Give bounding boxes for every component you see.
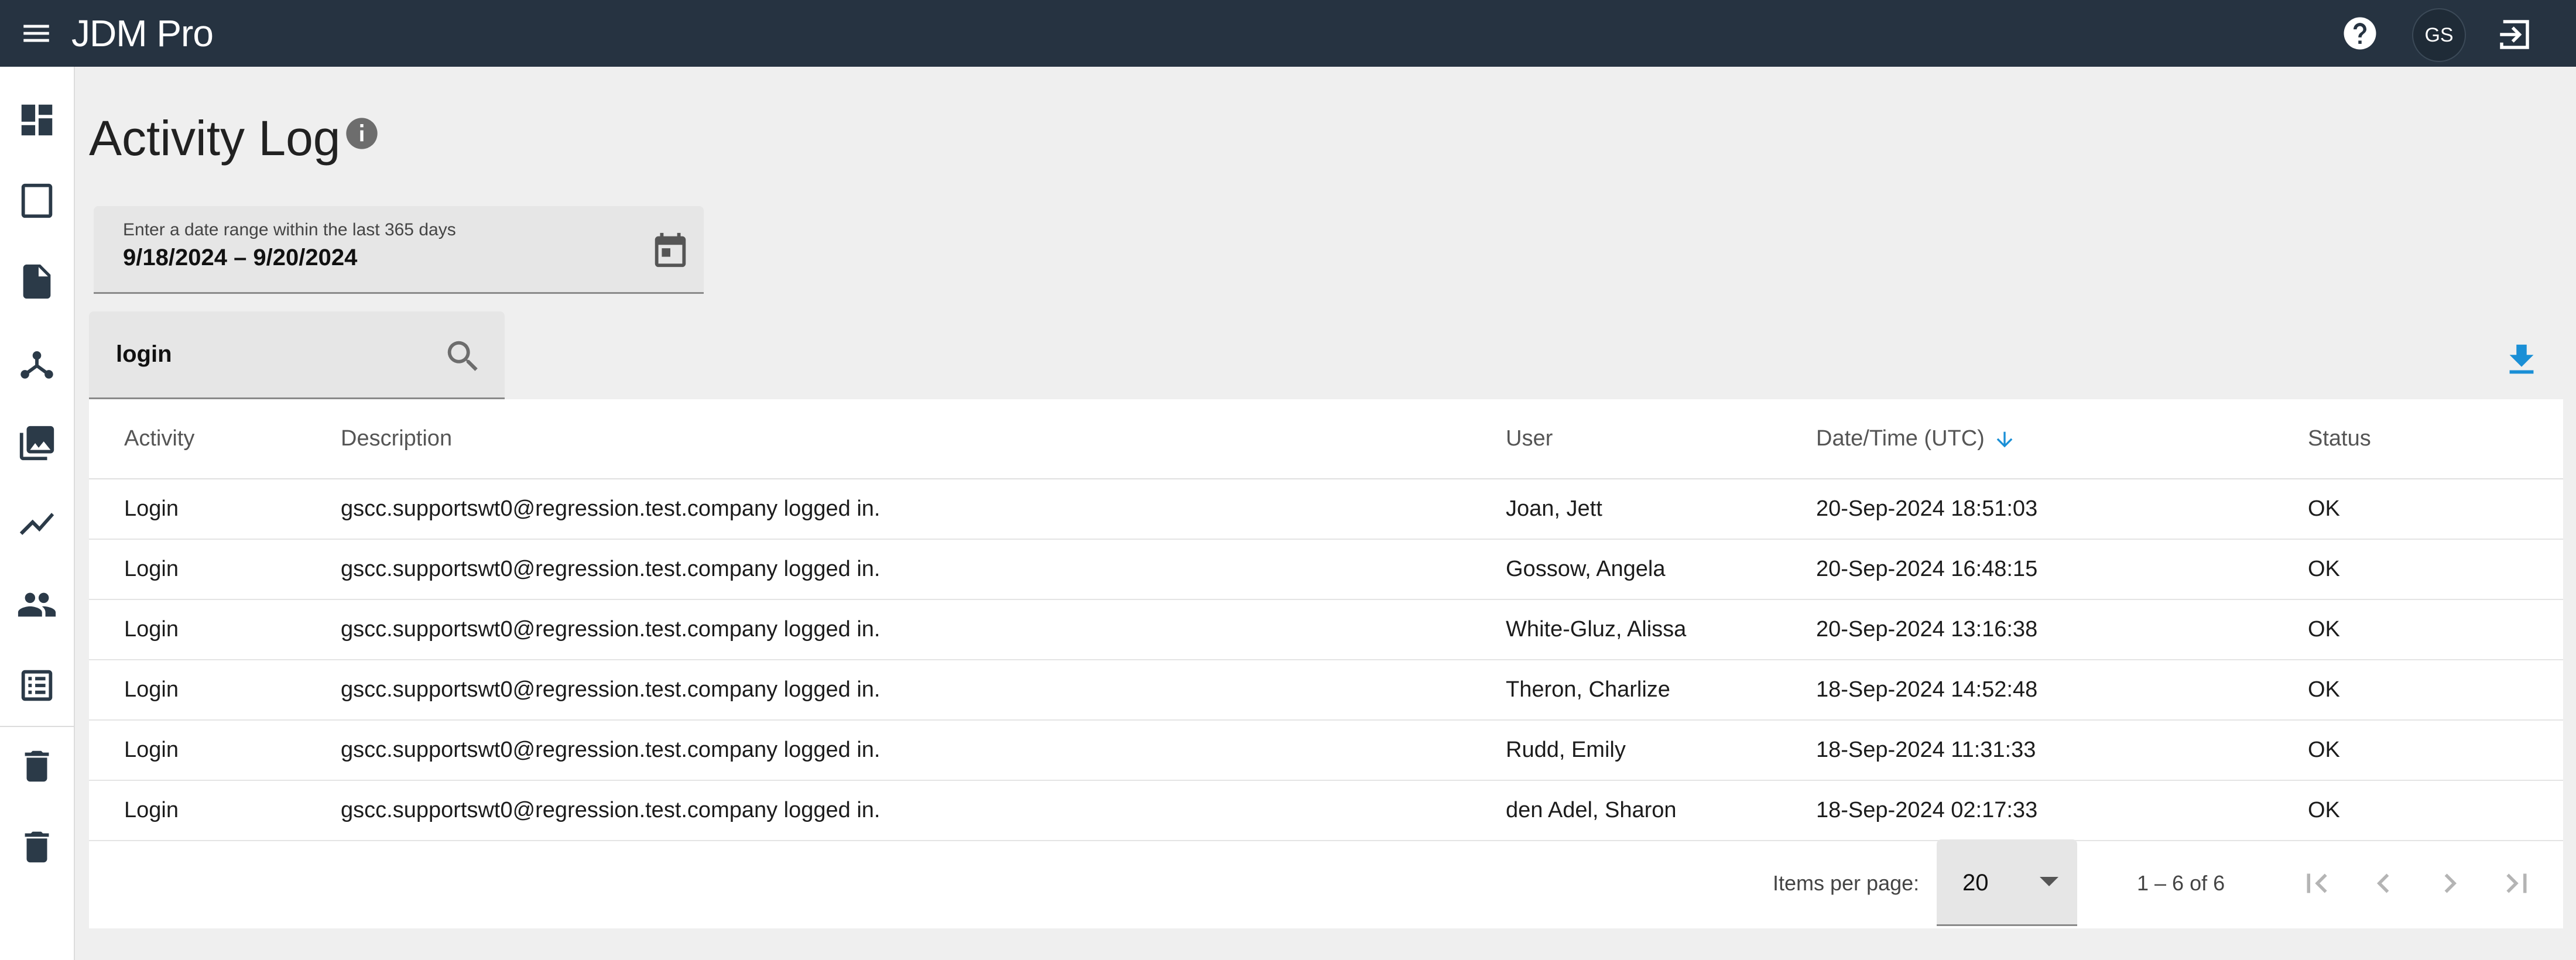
cell-user: Joan, Jett bbox=[1506, 479, 1816, 540]
sort-descending-icon bbox=[1996, 431, 2013, 448]
side-nav bbox=[0, 67, 75, 960]
table-row[interactable]: Login gscc.supportswt0@regression.test.co… bbox=[89, 780, 2563, 841]
search-icon[interactable] bbox=[443, 336, 484, 377]
logout-icon[interactable] bbox=[2495, 15, 2534, 54]
cell-status: OK bbox=[2308, 660, 2563, 721]
app-title: JDM Pro bbox=[71, 12, 214, 54]
cell-status: OK bbox=[2308, 479, 2563, 540]
column-header-activity[interactable]: Activity bbox=[89, 399, 341, 479]
cell-description: gscc.supportswt0@regression.test.company… bbox=[341, 599, 1506, 660]
date-range-field[interactable]: Enter a date range within the last 365 d… bbox=[94, 206, 704, 294]
cell-description: gscc.supportswt0@regression.test.company… bbox=[341, 780, 1506, 841]
cell-description: gscc.supportswt0@regression.test.company… bbox=[341, 720, 1506, 781]
cell-description: gscc.supportswt0@regression.test.company… bbox=[341, 539, 1506, 600]
dashboard-icon[interactable] bbox=[16, 100, 57, 140]
page-range-label: 1 – 6 of 6 bbox=[2137, 871, 2225, 895]
hub-icon[interactable] bbox=[16, 342, 57, 383]
column-header-datetime[interactable]: Date/Time (UTC) bbox=[1816, 399, 2308, 479]
menu-icon[interactable] bbox=[18, 16, 55, 50]
user-avatar[interactable]: GS bbox=[2412, 8, 2466, 62]
list-icon[interactable] bbox=[16, 665, 57, 706]
date-range-value[interactable]: 9/18/2024 – 9/20/2024 bbox=[123, 245, 357, 271]
download-icon[interactable] bbox=[2501, 340, 2542, 380]
cell-user: Rudd, Emily bbox=[1506, 720, 1816, 781]
cell-status: OK bbox=[2308, 599, 2563, 660]
paginator: Items per page: 20 1 – 6 of 6 bbox=[89, 839, 2563, 928]
page-title: Activity Log bbox=[89, 111, 341, 166]
people-icon[interactable] bbox=[16, 584, 57, 625]
cell-user: Gossow, Angela bbox=[1506, 539, 1816, 600]
delete-icon[interactable] bbox=[16, 746, 57, 787]
cell-user: den Adel, Sharon bbox=[1506, 780, 1816, 841]
cell-status: OK bbox=[2308, 780, 2563, 841]
search-input[interactable] bbox=[116, 335, 420, 373]
activity-table-card: Activity Description User Date/Time (UTC… bbox=[89, 399, 2563, 928]
cell-status: OK bbox=[2308, 720, 2563, 781]
cell-user: Theron, Charlize bbox=[1506, 660, 1816, 721]
delete-icon[interactable] bbox=[16, 827, 57, 868]
cell-description: gscc.supportswt0@regression.test.company… bbox=[341, 479, 1506, 540]
cell-activity: Login bbox=[89, 599, 341, 660]
cell-activity: Login bbox=[89, 539, 341, 600]
next-page-icon[interactable] bbox=[2431, 864, 2469, 903]
table-row[interactable]: Login gscc.supportswt0@regression.test.co… bbox=[89, 479, 2563, 540]
cell-datetime: 18-Sep-2024 02:17:33 bbox=[1816, 780, 2308, 841]
cell-activity: Login bbox=[89, 660, 341, 721]
column-header-description[interactable]: Description bbox=[341, 399, 1506, 479]
table-header-row: Activity Description User Date/Time (UTC… bbox=[89, 399, 2563, 479]
column-header-status[interactable]: Status bbox=[2308, 399, 2563, 479]
table-row[interactable]: Login gscc.supportswt0@regression.test.co… bbox=[89, 539, 2563, 600]
previous-page-icon[interactable] bbox=[2364, 864, 2403, 903]
cell-datetime: 20-Sep-2024 13:16:38 bbox=[1816, 599, 2308, 660]
cell-activity: Login bbox=[89, 479, 341, 540]
top-app-bar: JDM Pro GS bbox=[0, 0, 2576, 67]
cell-status: OK bbox=[2308, 539, 2563, 600]
cell-datetime: 18-Sep-2024 11:31:33 bbox=[1816, 720, 2308, 781]
info-icon[interactable] bbox=[343, 115, 381, 152]
items-per-page-select[interactable]: 20 bbox=[1937, 839, 2077, 926]
cell-activity: Login bbox=[89, 780, 341, 841]
chevron-down-icon bbox=[2040, 877, 2058, 886]
last-page-icon[interactable] bbox=[2498, 864, 2536, 903]
table-row[interactable]: Login gscc.supportswt0@regression.test.co… bbox=[89, 660, 2563, 721]
tablet-icon[interactable] bbox=[16, 180, 57, 221]
items-per-page-label: Items per page: bbox=[1773, 871, 1920, 895]
cell-datetime: 20-Sep-2024 16:48:15 bbox=[1816, 539, 2308, 600]
help-icon[interactable] bbox=[2341, 14, 2379, 53]
cell-description: gscc.supportswt0@regression.test.company… bbox=[341, 660, 1506, 721]
date-range-label: Enter a date range within the last 365 d… bbox=[123, 220, 456, 239]
sidebar-divider bbox=[0, 726, 74, 727]
column-header-user[interactable]: User bbox=[1506, 399, 1816, 479]
table-row[interactable]: Login gscc.supportswt0@regression.test.co… bbox=[89, 599, 2563, 660]
table-row[interactable]: Login gscc.supportswt0@regression.test.co… bbox=[89, 720, 2563, 781]
first-page-icon[interactable] bbox=[2297, 864, 2336, 903]
document-icon[interactable] bbox=[16, 261, 57, 302]
column-header-datetime-label: Date/Time (UTC) bbox=[1816, 426, 1985, 451]
cell-datetime: 18-Sep-2024 14:52:48 bbox=[1816, 660, 2308, 721]
cell-activity: Login bbox=[89, 720, 341, 781]
trending-icon[interactable] bbox=[16, 503, 57, 544]
cell-datetime: 20-Sep-2024 18:51:03 bbox=[1816, 479, 2308, 540]
cell-user: White-Gluz, Alissa bbox=[1506, 599, 1816, 660]
search-field bbox=[89, 311, 505, 399]
activity-table: Activity Description User Date/Time (UTC… bbox=[89, 399, 2563, 841]
items-per-page-value: 20 bbox=[1962, 870, 1989, 896]
photo-library-icon[interactable] bbox=[16, 423, 57, 464]
calendar-icon[interactable] bbox=[650, 229, 691, 270]
